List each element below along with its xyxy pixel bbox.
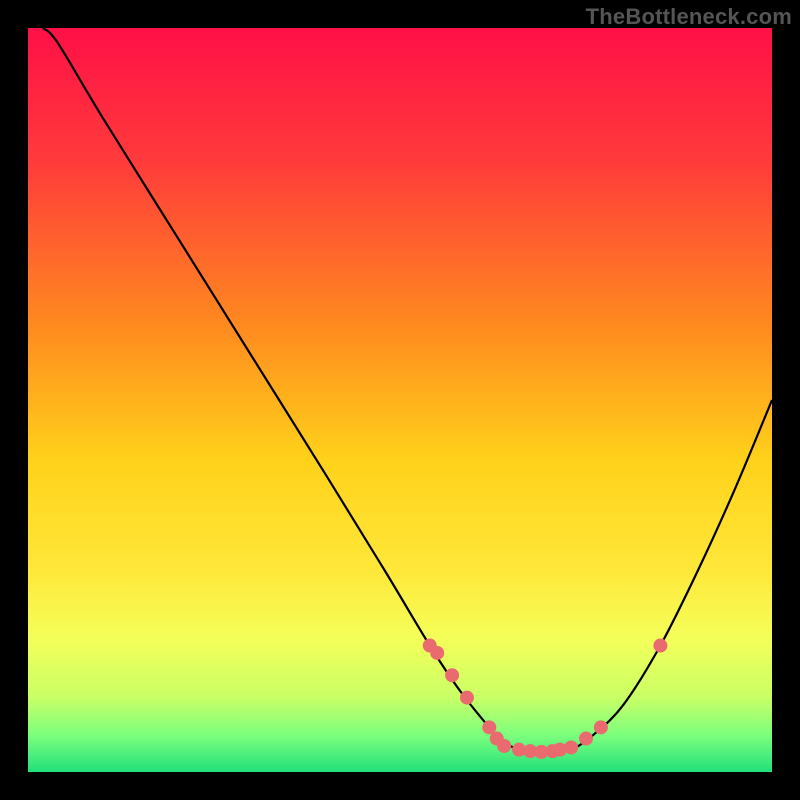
curve-dot	[445, 668, 459, 682]
curve-dot	[653, 639, 667, 653]
chart-svg	[28, 28, 772, 772]
curve-dot	[497, 739, 511, 753]
curve-dot	[564, 740, 578, 754]
chart-frame: TheBottleneck.com	[0, 0, 800, 800]
gradient-background	[28, 28, 772, 772]
plot-area	[28, 28, 772, 772]
curve-dot	[430, 646, 444, 660]
curve-dot	[460, 691, 474, 705]
curve-dot	[579, 732, 593, 746]
watermark-text: TheBottleneck.com	[586, 4, 792, 30]
curve-dot	[594, 720, 608, 734]
